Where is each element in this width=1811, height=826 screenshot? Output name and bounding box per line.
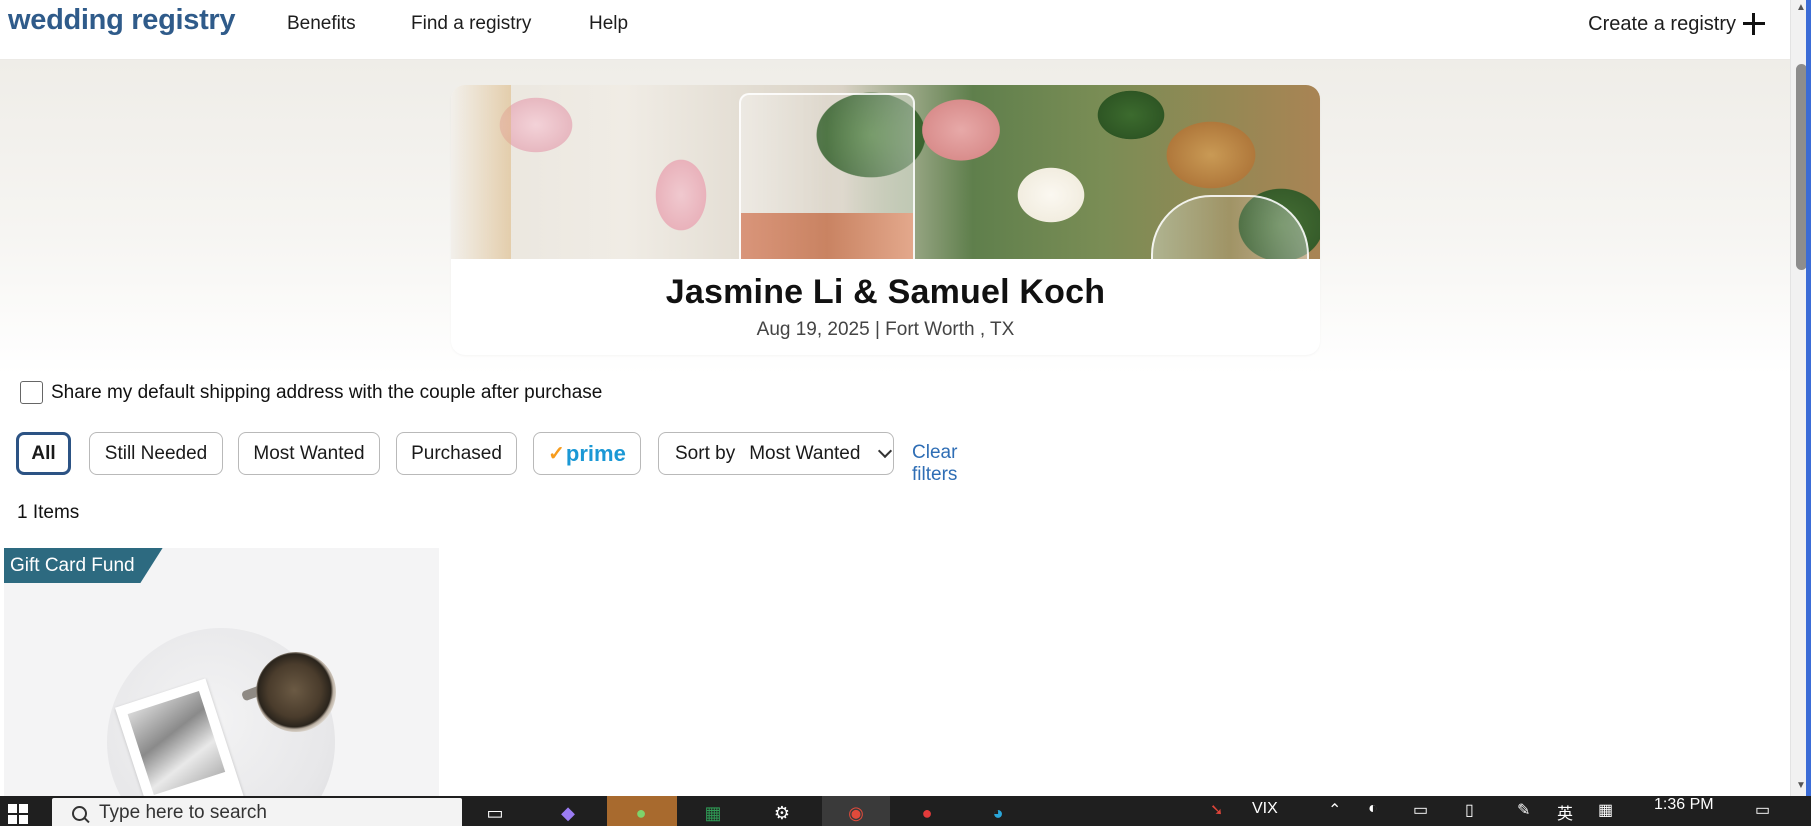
glass-shape	[1151, 195, 1309, 259]
registry-header-card: Jasmine Li & Samuel Koch Aug 19, 2025 | …	[451, 85, 1320, 355]
window-edge	[1806, 0, 1811, 796]
excel-icon[interactable]: ▦	[698, 800, 728, 826]
windows-start-icon[interactable]	[8, 804, 28, 824]
item-count: 1 Items	[17, 502, 80, 523]
search-icon	[72, 805, 87, 821]
chrome-icon[interactable]: ◉	[841, 800, 871, 826]
sort-label: Sort by	[675, 442, 736, 464]
create-registry-label: Create a registry	[1588, 12, 1736, 35]
taskbar-search-placeholder: Type here to search	[99, 802, 267, 823]
network-icon[interactable]: ▭	[1413, 800, 1428, 820]
tray-app-icon[interactable]: ◐	[1368, 800, 1378, 818]
sort-dropdown[interactable]: Sort by Most Wanted	[658, 432, 894, 475]
coffee-cup-image	[256, 652, 336, 732]
gift-card-fund-badge: Gift Card Fund	[4, 548, 163, 583]
notification-icon[interactable]: ▭	[1755, 800, 1770, 820]
scroll-up-icon[interactable]: ▲	[1796, 2, 1806, 13]
taskbar-search-input[interactable]: Type here to search	[52, 798, 462, 826]
page: wedding registry Benefits Find a registr…	[0, 0, 1811, 826]
prime-logo: ✓ prime	[548, 441, 626, 467]
taskbar-clock[interactable]: 1:36 PM	[1654, 796, 1714, 814]
app-red-icon[interactable]: ●	[912, 800, 942, 826]
nav-help[interactable]: Help	[589, 13, 628, 35]
share-address-checkbox[interactable]	[20, 381, 43, 404]
event-date-location: Aug 19, 2025 | Fort Worth , TX	[756, 319, 1015, 340]
sort-value: Most Wanted	[749, 442, 861, 464]
couple-name: Jasmine Li & Samuel Koch	[665, 273, 1106, 311]
filter-prime[interactable]: ✓ prime	[533, 432, 641, 475]
copilot-icon[interactable]: ◆	[553, 800, 583, 826]
filter-all[interactable]: All	[16, 432, 71, 475]
ime-indicator[interactable]: 英	[1557, 800, 1573, 824]
scroll-down-icon[interactable]: ▼	[1796, 780, 1806, 791]
top-navigation: wedding registry Benefits Find a registr…	[0, 0, 1790, 60]
edge-icon[interactable]: ◕	[983, 800, 1013, 826]
share-address-option[interactable]: Share my default shipping address with t…	[20, 381, 602, 404]
product-card[interactable]: Gift Card Fund	[4, 548, 439, 798]
nav-benefits[interactable]: Benefits	[287, 13, 356, 35]
task-view-icon[interactable]: ▭	[480, 800, 510, 826]
registry-banner-image	[451, 85, 1320, 259]
taskbar: Type here to search ▭ ◆ ● ▦ ⚙ ◉ ● ◕ ➘ VI…	[0, 796, 1811, 826]
clear-filters-link[interactable]: Clear filters	[912, 442, 957, 486]
nav-find-a-registry[interactable]: Find a registry	[411, 13, 531, 35]
battery-icon[interactable]: ▯	[1465, 800, 1474, 820]
filter-purchased[interactable]: Purchased	[396, 432, 517, 475]
glass-shape	[451, 85, 511, 259]
pen-icon[interactable]: ✎	[1517, 800, 1530, 820]
prime-label: prime	[565, 440, 626, 466]
filter-most-wanted[interactable]: Most Wanted	[238, 432, 380, 475]
create-registry-button[interactable]: Create a registry	[1588, 12, 1766, 36]
share-address-label: Share my default shipping address with t…	[51, 381, 603, 403]
settings-gear-icon[interactable]: ⚙	[767, 800, 797, 826]
wechat-icon[interactable]: ●	[626, 800, 656, 826]
plus-icon	[1742, 12, 1766, 36]
chevron-up-icon[interactable]: ⌃	[1328, 800, 1341, 820]
tray-text: VIX	[1252, 800, 1278, 817]
filter-still-needed[interactable]: Still Needed	[89, 432, 223, 475]
site-logo[interactable]: wedding registry	[8, 4, 236, 37]
tray-arrow-icon: ➘	[1210, 802, 1224, 819]
glass-shape	[739, 93, 915, 259]
checkmark-icon: ✓	[548, 443, 565, 465]
chevron-down-icon	[878, 443, 893, 458]
keyboard-icon[interactable]: ▦	[1598, 800, 1613, 820]
